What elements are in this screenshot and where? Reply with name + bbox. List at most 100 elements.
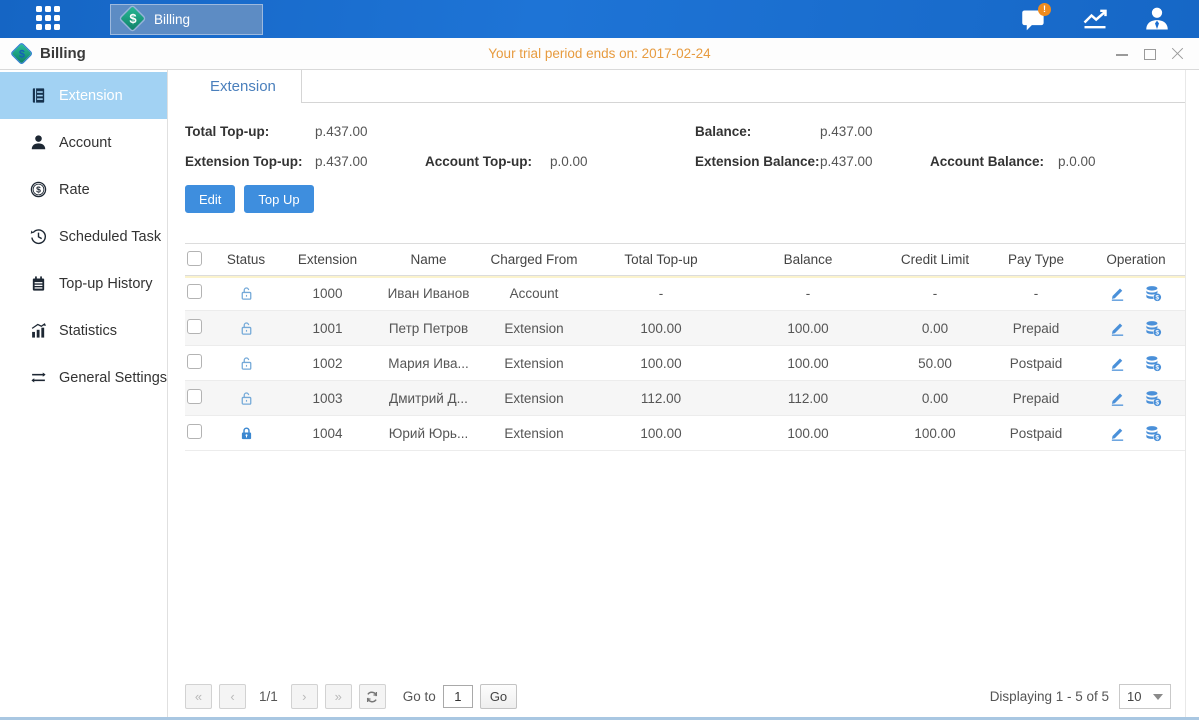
- notification-badge: !: [1038, 3, 1051, 16]
- cell-name: Петр Петров: [380, 321, 477, 336]
- sidebar-item-topup-history[interactable]: Top-up History: [0, 260, 167, 307]
- sidebar-item-label: Statistics: [59, 323, 117, 339]
- last-page-button[interactable]: »: [325, 684, 352, 709]
- lock-icon: [238, 425, 255, 442]
- cell-total-topup: 100.00: [591, 426, 731, 441]
- app-tab-label: Billing: [154, 12, 190, 27]
- cell-extension: 1001: [275, 321, 380, 336]
- cell-name: Юрий Юрь...: [380, 426, 477, 441]
- window-title-group: Billing: [10, 42, 86, 66]
- pagination-bar: « ‹ 1/1 › » Go to Go Displaying 1 - 5 of…: [185, 684, 1171, 709]
- action-buttons: Edit Top Up: [185, 185, 1185, 213]
- svg-text:$: $: [1156, 434, 1160, 441]
- topup-row-icon[interactable]: $: [1144, 354, 1163, 373]
- edit-row-icon[interactable]: [1109, 285, 1126, 302]
- prev-page-button[interactable]: ‹: [219, 684, 246, 709]
- edit-row-icon[interactable]: [1109, 390, 1126, 407]
- table-row: 1004 Юрий Юрь... Extension 100.00 100.00…: [185, 416, 1185, 451]
- cell-balance: 112.00: [731, 391, 885, 406]
- page-size-select[interactable]: 10: [1119, 684, 1171, 709]
- col-credit-limit: Credit Limit: [885, 252, 985, 267]
- row-checkbox[interactable]: [187, 284, 202, 299]
- unlock-icon: [238, 390, 255, 407]
- statistics-chart-icon[interactable]: [1081, 5, 1109, 33]
- rate-icon: $: [30, 181, 47, 198]
- account-balance-label: Account Balance:: [930, 154, 1058, 169]
- cell-balance: -: [731, 286, 885, 301]
- cell-pay-type: Prepaid: [985, 321, 1087, 336]
- first-page-button[interactable]: «: [185, 684, 212, 709]
- sidebar-item-general-settings[interactable]: General Settings: [0, 354, 167, 401]
- cell-charged-from: Extension: [477, 321, 591, 336]
- svg-text:$: $: [1156, 399, 1160, 406]
- user-icon[interactable]: [1143, 5, 1171, 33]
- window-controls: [1115, 47, 1185, 61]
- extension-topup-label: Extension Top-up:: [185, 154, 315, 169]
- topup-row-icon[interactable]: $: [1144, 389, 1163, 408]
- cell-total-topup: 100.00: [591, 356, 731, 371]
- apps-grid-icon[interactable]: [36, 6, 66, 32]
- extension-topup-value: p.437.00: [315, 154, 425, 169]
- sidebar-item-label: Top-up History: [59, 276, 152, 292]
- sidebar-item-label: Account: [59, 135, 111, 151]
- col-operation: Operation: [1087, 252, 1185, 267]
- svg-text:$: $: [1156, 364, 1160, 371]
- cell-charged-from: Extension: [477, 426, 591, 441]
- svg-text:$: $: [1156, 329, 1160, 336]
- total-topup-value: p.437.00: [315, 124, 425, 139]
- cell-pay-type: -: [985, 286, 1087, 301]
- sidebar-item-rate[interactable]: $ Rate: [0, 166, 167, 213]
- sidebar-item-statistics[interactable]: Statistics: [0, 307, 167, 354]
- cell-extension: 1003: [275, 391, 380, 406]
- top-up-button[interactable]: Top Up: [244, 185, 313, 213]
- sidebar-item-account[interactable]: Account: [0, 119, 167, 166]
- general-settings-icon: [30, 369, 47, 386]
- cell-pay-type: Postpaid: [985, 426, 1087, 441]
- extension-balance-value: p.437.00: [820, 154, 930, 169]
- go-button[interactable]: Go: [480, 684, 517, 709]
- cell-credit-limit: -: [885, 286, 985, 301]
- edit-button[interactable]: Edit: [185, 185, 235, 213]
- row-checkbox[interactable]: [187, 319, 202, 334]
- balance-value: p.437.00: [820, 124, 930, 139]
- cell-name: Мария Ива...: [380, 356, 477, 371]
- sidebar-item-scheduled-task[interactable]: Scheduled Task: [0, 213, 167, 260]
- cell-balance: 100.00: [731, 356, 885, 371]
- cell-pay-type: Prepaid: [985, 391, 1087, 406]
- col-status: Status: [217, 252, 275, 267]
- topup-row-icon[interactable]: $: [1144, 424, 1163, 443]
- maximize-icon[interactable]: [1143, 47, 1157, 61]
- topup-row-icon[interactable]: $: [1144, 284, 1163, 303]
- messages-icon[interactable]: !: [1019, 5, 1047, 33]
- topup-history-icon: [30, 275, 47, 292]
- row-checkbox[interactable]: [187, 424, 202, 439]
- table-row: 1000 Иван Иванов Account - - - -: [185, 276, 1185, 311]
- close-icon[interactable]: [1171, 47, 1185, 61]
- sidebar-item-label: Extension: [59, 88, 123, 104]
- refresh-button[interactable]: [359, 684, 386, 709]
- app-tab-billing[interactable]: Billing: [110, 4, 263, 35]
- goto-page-input[interactable]: [443, 685, 473, 708]
- edit-row-icon[interactable]: [1109, 320, 1126, 337]
- row-checkbox[interactable]: [187, 354, 202, 369]
- unlock-icon: [238, 355, 255, 372]
- table-row: 1001 Петр Петров Extension 100.00 100.00…: [185, 311, 1185, 346]
- account-icon: [30, 134, 47, 151]
- tab-extension[interactable]: Extension: [185, 70, 302, 103]
- select-all-checkbox[interactable]: [187, 251, 202, 266]
- col-total-topup: Total Top-up: [591, 252, 731, 267]
- sidebar: Extension Account $ Rate Scheduled Task: [0, 70, 168, 717]
- next-page-button[interactable]: ›: [291, 684, 318, 709]
- topup-row-icon[interactable]: $: [1144, 319, 1163, 338]
- minimize-icon[interactable]: [1115, 47, 1129, 61]
- edit-row-icon[interactable]: [1109, 355, 1126, 372]
- sidebar-item-extension[interactable]: Extension: [0, 72, 167, 119]
- page-size-value: 10: [1127, 689, 1141, 704]
- statistics-icon: [30, 322, 47, 339]
- window-header: Billing Your trial period ends on: 2017-…: [0, 38, 1199, 70]
- row-checkbox[interactable]: [187, 389, 202, 404]
- col-pay-type: Pay Type: [985, 252, 1087, 267]
- cell-extension: 1002: [275, 356, 380, 371]
- svg-text:$: $: [36, 185, 41, 195]
- edit-row-icon[interactable]: [1109, 425, 1126, 442]
